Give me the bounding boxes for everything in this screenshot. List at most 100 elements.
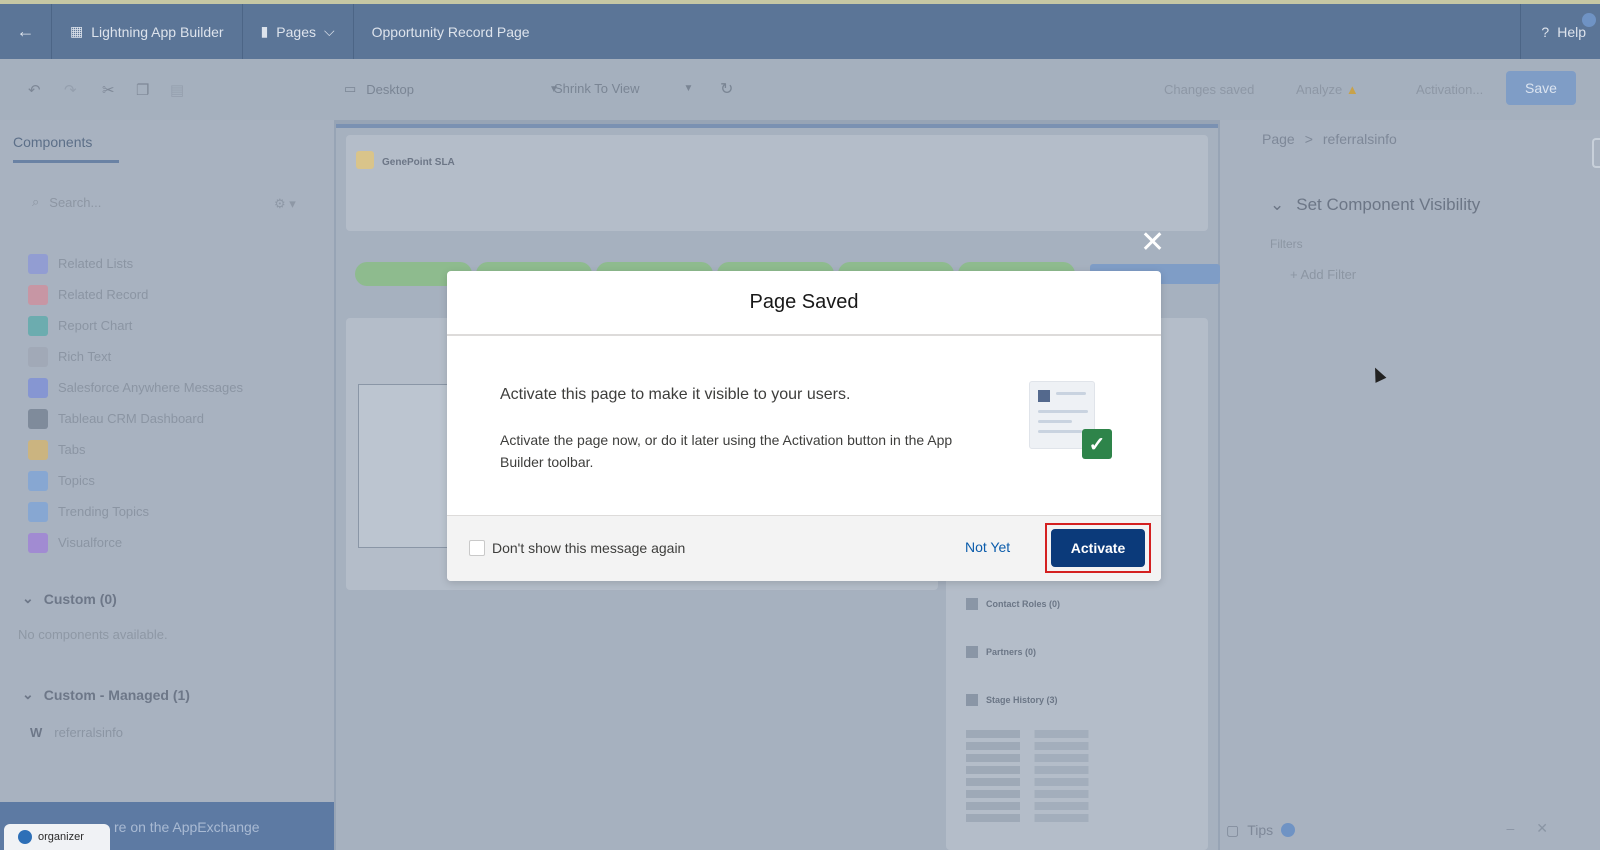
filters-label: Filters: [1270, 237, 1303, 251]
tips-controls[interactable]: –✕: [1506, 820, 1570, 837]
copy-icon[interactable]: ❐: [136, 81, 149, 99]
selected-component-preview[interactable]: [358, 384, 448, 548]
activation-illustration: ✓: [1029, 381, 1115, 461]
analyze-button[interactable]: Analyze ▲: [1296, 82, 1359, 97]
back-arrow-icon: ←: [16, 21, 35, 41]
trending-topics-icon: [28, 501, 48, 522]
breadcrumb: Page > referralsinfo: [1262, 131, 1397, 147]
managed-section-header[interactable]: ⌄ Custom - Managed (1): [22, 686, 190, 703]
custom-empty-text: No components available.: [18, 627, 168, 642]
components-panel: Components ⌕ Search... ⚙ ▾ Related Lists…: [0, 120, 334, 850]
close-icon[interactable]: ✕: [1140, 228, 1165, 258]
chevron-down-icon: ⌄: [22, 590, 34, 606]
component-item[interactable]: Tableau CRM Dashboard: [28, 403, 243, 434]
component-item[interactable]: Visualforce: [28, 527, 243, 558]
list-icon: [966, 646, 978, 658]
component-item[interactable]: Report Chart: [28, 310, 243, 341]
chevron-down-icon: ⌄: [22, 686, 34, 702]
page-title: Opportunity Record Page: [371, 23, 530, 40]
component-item[interactable]: Trending Topics: [28, 496, 243, 527]
tips-icon: ▢: [1226, 821, 1240, 838]
help-icon: ?: [1541, 23, 1550, 40]
back-button[interactable]: ←: [0, 4, 52, 59]
properties-panel: [1220, 120, 1600, 850]
modal-body: Activate this page to make it visible to…: [500, 386, 980, 473]
component-item[interactable]: Rich Text: [28, 341, 243, 372]
save-status: Changes saved: [1164, 82, 1255, 97]
plus-icon: +: [1290, 267, 1298, 282]
related-list-row: Contact Roles (0): [966, 598, 1060, 610]
tab-components[interactable]: Components: [13, 134, 119, 163]
related-list-row: Partners (0): [966, 646, 1036, 658]
search-input[interactable]: ⌕ Search...: [20, 184, 310, 220]
chevron-down-icon: ⌄: [1270, 195, 1285, 214]
related-lists-icon: [28, 253, 48, 274]
chevron-down-icon: ⌵: [323, 23, 335, 39]
record-name: GenePoint SLA: [382, 157, 455, 168]
organizer-badge[interactable]: organizer: [4, 824, 110, 850]
related-list-row: Stage History (3): [966, 694, 1058, 706]
list-icon: [966, 598, 978, 610]
breadcrumb-page[interactable]: Page: [1262, 131, 1295, 147]
modal-footer: Don't show this message again Not Yet Ac…: [447, 515, 1161, 581]
stage-history-preview: [966, 730, 1146, 826]
refresh-icon[interactable]: ↻: [720, 79, 733, 99]
redo-icon[interactable]: ↷: [64, 81, 77, 99]
rich-text-icon: [28, 346, 48, 367]
help-button[interactable]: ? Help: [1520, 4, 1600, 59]
modal-heading: Activate this page to make it visible to…: [500, 386, 851, 403]
page-saved-modal: Page Saved Activate this page to make it…: [447, 271, 1161, 581]
component-item[interactable]: Related Lists: [28, 248, 243, 279]
help-badge: [1582, 13, 1596, 27]
search-icon: ⌕: [32, 194, 40, 209]
app-name: ▦ Lightning App Builder: [52, 4, 243, 59]
warning-icon: ▲: [1345, 82, 1359, 97]
dont-show-label[interactable]: Don't show this message again: [492, 540, 685, 556]
save-button[interactable]: Save: [1506, 71, 1576, 105]
dropdown-arrow-icon: ▼: [683, 83, 694, 94]
organizer-icon: [18, 830, 32, 844]
custom-component-icon: W: [30, 725, 43, 740]
record-header-preview[interactable]: GenePoint SLA: [346, 135, 1208, 231]
custom-section-header[interactable]: ⌄ Custom (0): [22, 590, 117, 607]
component-item[interactable]: Related Record: [28, 279, 243, 310]
tips-bar[interactable]: ▢ Tips –✕: [1220, 810, 1600, 850]
app-header: ← ▦ Lightning App Builder ▮ Pages ⌵ Oppo…: [0, 4, 1600, 59]
modal-text: Activate the page now, or do it later us…: [500, 432, 953, 470]
builder-toolbar: ↶ ↷ ✂ ❐ ▤ ▭ Desktop ▼ Shrink To View ▼ ↻…: [0, 59, 1600, 120]
related-record-icon: [28, 284, 48, 305]
add-filter-button[interactable]: + Add Filter: [1290, 267, 1356, 282]
component-item[interactable]: Salesforce Anywhere Messages: [28, 372, 243, 403]
gear-icon[interactable]: ⚙ ▾: [274, 196, 296, 212]
modal-title: Page Saved: [447, 271, 1161, 336]
dashboard-icon: [28, 408, 48, 429]
component-item[interactable]: Tabs: [28, 434, 243, 465]
tabs-icon: [28, 439, 48, 460]
dont-show-checkbox[interactable]: [469, 540, 485, 556]
panel-edge-tab[interactable]: [1592, 138, 1600, 168]
device-select[interactable]: ▭ Desktop ▼: [344, 81, 559, 97]
activate-button[interactable]: Activate: [1051, 529, 1145, 567]
visualforce-icon: [28, 532, 48, 553]
not-yet-button[interactable]: Not Yet: [965, 539, 1010, 555]
undo-icon[interactable]: ↶: [28, 81, 41, 99]
monitor-icon: ▭: [344, 81, 357, 96]
cut-icon[interactable]: ✂: [102, 81, 115, 99]
breadcrumb-current: referralsinfo: [1322, 131, 1397, 147]
view-select[interactable]: Shrink To View ▼: [554, 81, 693, 96]
tips-badge: [1281, 823, 1296, 837]
visibility-section-header[interactable]: ⌄ Set Component Visibility: [1270, 195, 1480, 215]
component-list: Related Lists Related Record Report Char…: [28, 248, 243, 558]
messages-icon: [28, 377, 48, 398]
component-item[interactable]: Topics: [28, 465, 243, 496]
activation-button[interactable]: Activation...: [1416, 82, 1483, 97]
paste-icon[interactable]: ▤: [170, 81, 184, 99]
list-icon: [966, 694, 978, 706]
table-icon: ▦: [70, 23, 84, 39]
component-item-referralsinfo[interactable]: W referralsinfo: [30, 725, 123, 740]
checkmark-icon: ✓: [1082, 429, 1112, 459]
opportunity-icon: [356, 151, 374, 169]
report-chart-icon: [28, 315, 48, 336]
topics-icon: [28, 470, 48, 491]
pages-menu[interactable]: ▮ Pages ⌵: [243, 4, 354, 59]
